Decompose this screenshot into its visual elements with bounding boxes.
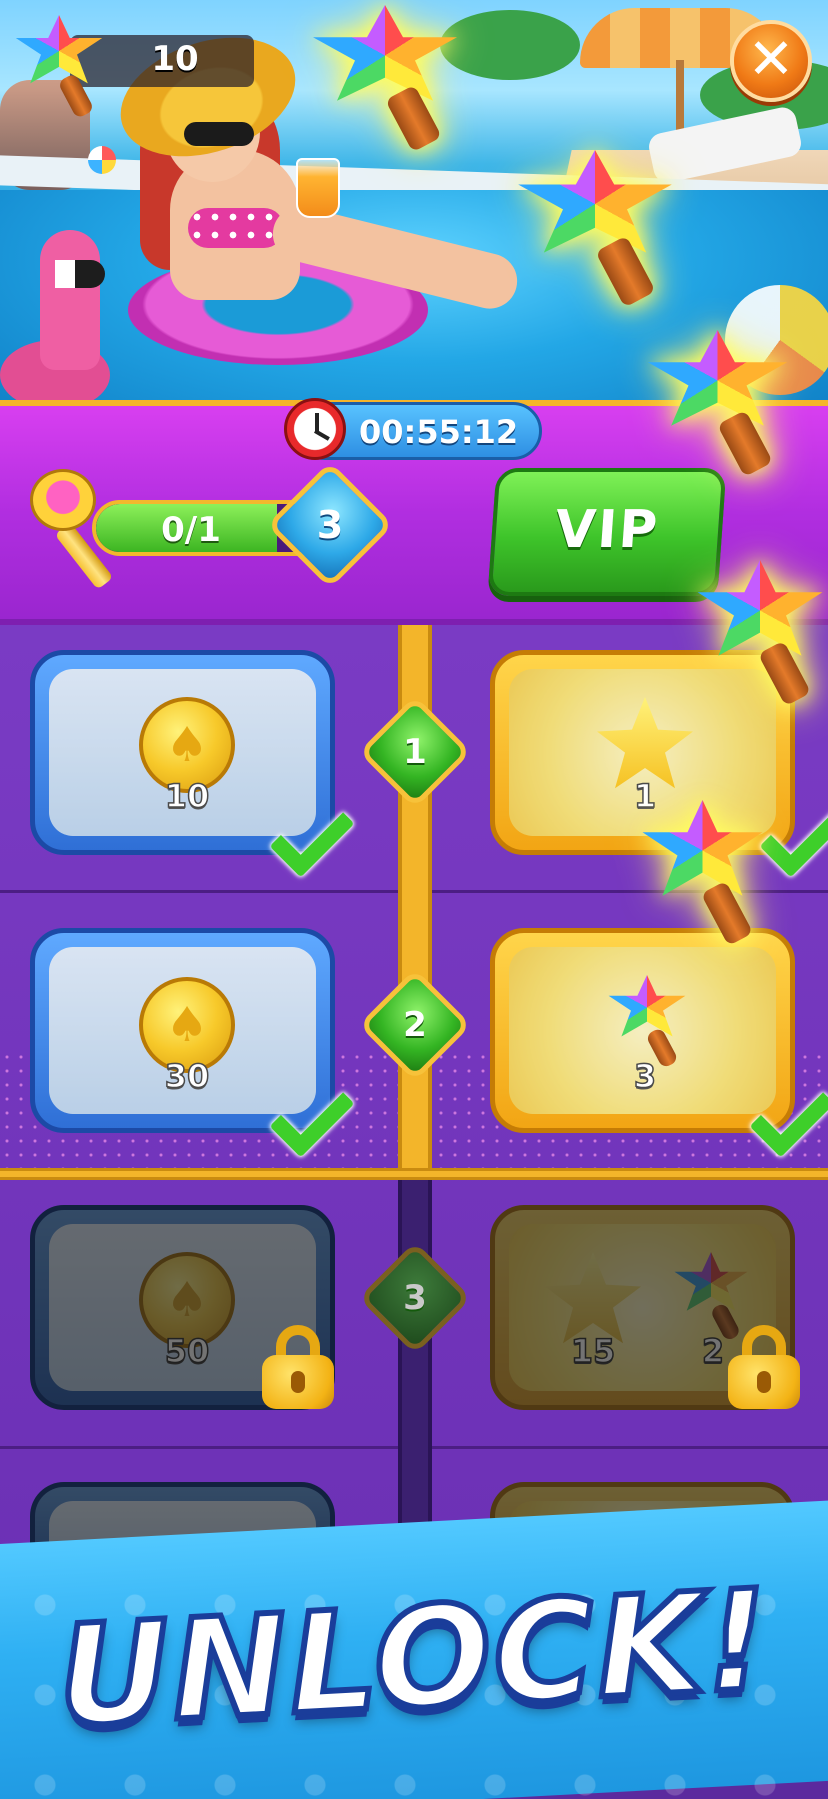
close-button[interactable]: ✕ (730, 20, 812, 102)
beach-ball (88, 146, 116, 174)
pinwheel-wand-icon (14, 15, 104, 120)
padlock-icon (262, 1325, 334, 1409)
pinwheel-wand-icon (515, 150, 675, 308)
pinwheel-wand-icon (645, 330, 790, 477)
pinwheel-wand-icon (695, 560, 825, 707)
progress-line (0, 1168, 828, 1180)
tier-number: 3 (403, 1278, 427, 1318)
flamingo-float (0, 230, 110, 410)
current-level-number: 3 (316, 503, 344, 547)
padlock-icon (728, 1325, 800, 1409)
checkmark-icon (262, 1065, 342, 1145)
reward-amount: 15 (570, 1331, 616, 1371)
pinwheel-wand-icon (640, 800, 765, 946)
alarm-clock-icon (284, 398, 346, 460)
reward-amount: 3 (633, 1056, 657, 1096)
checkmark-icon (262, 785, 342, 865)
vip-button-label: VIP (553, 500, 662, 560)
character-drink (296, 158, 340, 218)
pinwheel-wand-icon (310, 5, 460, 153)
vip-button[interactable]: VIP (487, 468, 727, 596)
tier-gem-1: 1 (358, 695, 472, 809)
tier-number: 1 (403, 732, 427, 772)
character-bikini (188, 208, 284, 248)
golden-key-icon (22, 465, 132, 595)
reward-amount: 50 (164, 1331, 210, 1371)
wand-count: 10 (151, 39, 199, 79)
reward-amount: 30 (164, 1056, 210, 1096)
pinwheel-wand-icon (607, 975, 687, 1069)
tier-gem-2: 2 (358, 968, 472, 1082)
tier-number: 2 (403, 1005, 427, 1045)
tier-gem-3: 3 (358, 1241, 472, 1355)
current-level-gem: 3 (266, 461, 394, 589)
character-sunglasses (184, 122, 254, 146)
palm-tree (440, 10, 580, 80)
checkmark-icon (742, 1065, 822, 1145)
timer-text: 00:55:12 (359, 413, 519, 451)
reward-amount: 10 (164, 776, 210, 816)
